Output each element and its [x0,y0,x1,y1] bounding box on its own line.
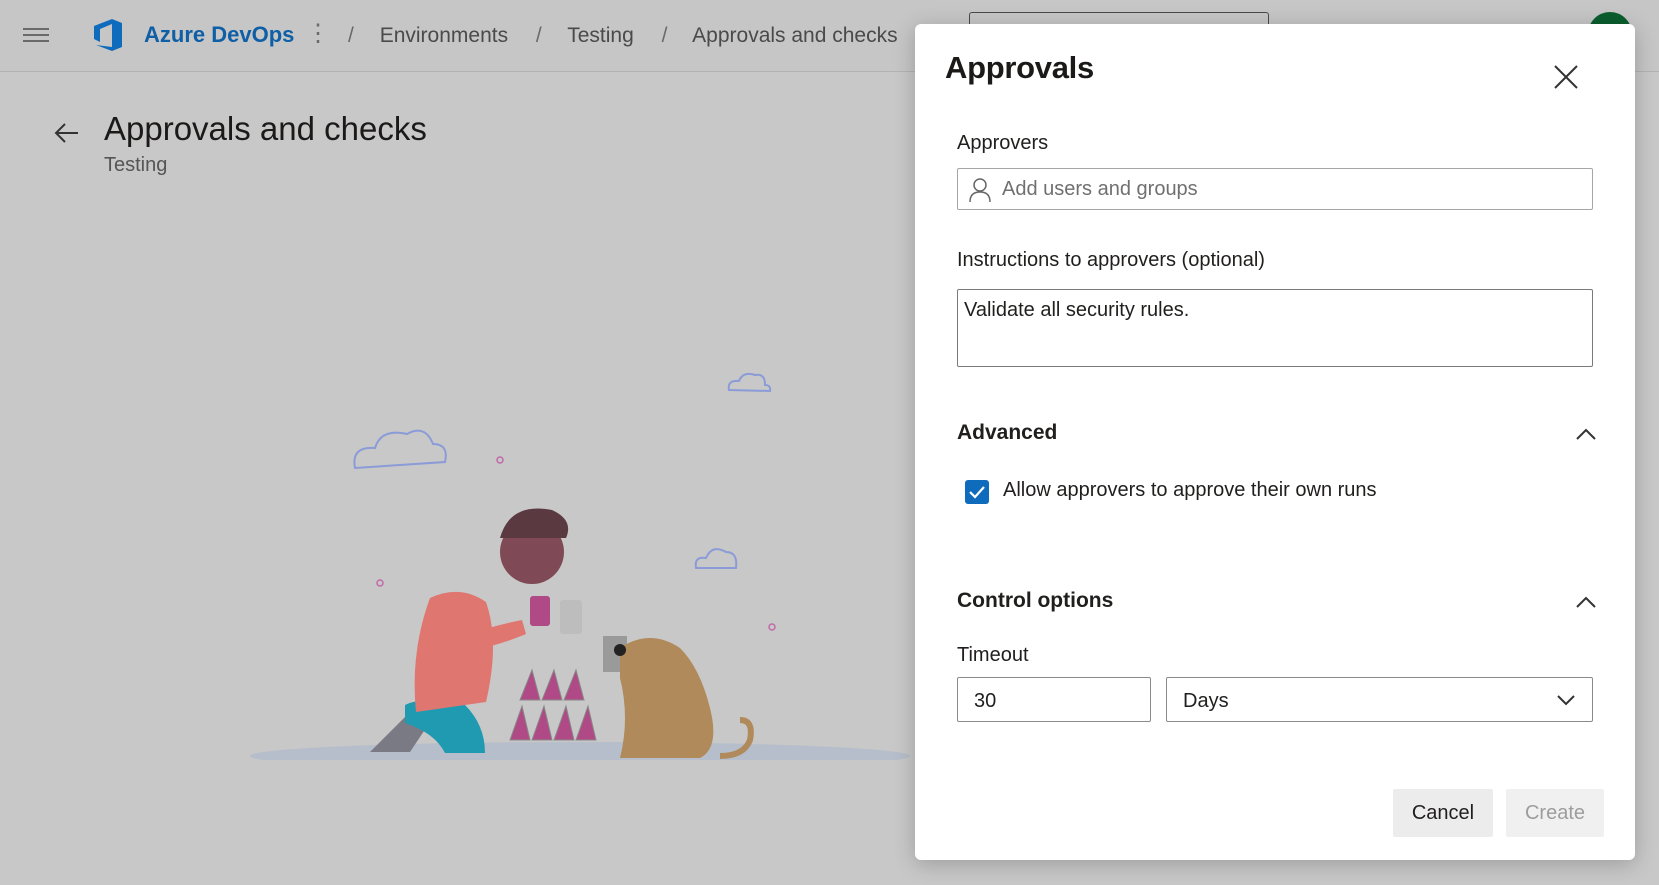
instructions-textarea[interactable]: Validate all security rules. [957,289,1593,367]
azure-devops-logo[interactable] [90,16,126,54]
approvers-input[interactable]: Add users and groups [957,168,1593,210]
approvals-panel: Approvals Approvers Add users and groups… [915,24,1635,860]
breadcrumb-separator: / [661,24,668,47]
control-options-section-header[interactable]: Control options [957,589,1113,613]
person-icon [969,178,991,203]
menu-icon[interactable] [23,28,49,42]
allow-self-approve-checkbox[interactable] [965,480,989,504]
close-icon[interactable] [1551,62,1581,92]
timeout-label: Timeout [957,644,1029,666]
panel-title: Approvals [945,50,1094,85]
cancel-button[interactable]: Cancel [1393,789,1493,837]
chevron-up-icon[interactable] [1575,427,1597,441]
empty-state-illustration [250,372,910,760]
approvers-label: Approvers [957,132,1049,154]
page-subtitle: Testing [104,154,168,176]
breadcrumb-separator: / [348,24,354,47]
more-options-icon[interactable]: ⋮ [306,22,330,46]
chevron-down-icon [1557,695,1575,706]
breadcrumb-environments[interactable]: Environments [380,24,508,47]
breadcrumb-separator: / [535,24,542,47]
page-title: Approvals and checks [104,110,427,147]
allow-self-approve-label[interactable]: Allow approvers to approve their own run… [1003,479,1377,502]
approvers-placeholder: Add users and groups [1002,178,1198,200]
breadcrumb-approvals-and-checks[interactable]: Approvals and checks [692,24,897,47]
instructions-label: Instructions to approvers (optional) [957,249,1265,271]
create-button[interactable]: Create [1506,789,1604,837]
timeout-unit-dropdown[interactable]: Days [1166,677,1593,722]
checkmark-icon [969,486,985,499]
timeout-unit-value: Days [1183,690,1229,712]
breadcrumb: / Environments / Testing / Approvals and… [348,24,920,48]
timeout-input[interactable]: 30 [957,677,1151,722]
chevron-up-icon[interactable] [1575,595,1597,609]
advanced-section-header[interactable]: Advanced [957,421,1057,445]
brand-name[interactable]: Azure DevOps [144,22,294,48]
breadcrumb-testing[interactable]: Testing [567,24,634,47]
back-arrow-icon[interactable] [52,118,82,148]
